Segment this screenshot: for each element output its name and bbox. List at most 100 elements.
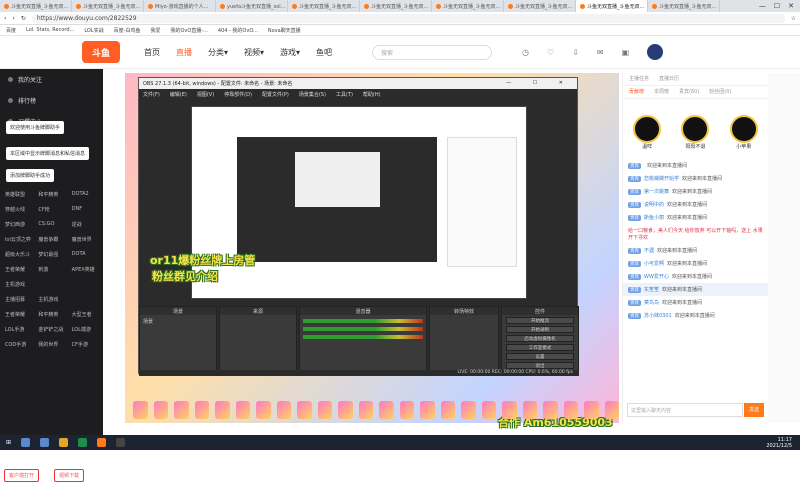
browser-tab[interactable]: 斗鱼无双直播_斗鱼无双... [576,0,648,12]
category-link[interactable]: 主播招募 [5,296,34,303]
chat-message[interactable]: 贵宾 说明中的 欢迎来到本直播间 [623,198,768,211]
tab-live-calendar[interactable]: 直播日历 [659,75,679,83]
category-link[interactable]: 主机游戏 [38,296,67,303]
rank-tab[interactable]: 本周榜 [654,88,669,96]
category-link[interactable]: 梦幻西游 [5,221,34,228]
minimize-icon[interactable]: — [759,2,766,10]
chat-username[interactable]: 东笙笙 [644,286,659,293]
gift-icon[interactable] [256,401,271,419]
bookmark-item[interactable]: 百度-白鸡鱼 [114,27,141,34]
browser-tab[interactable]: 斗鱼无双直播_斗鱼无双... [504,0,576,12]
category-link[interactable]: CS:GO [38,221,67,228]
category-link[interactable]: 和平精英 [38,191,67,198]
category-link[interactable]: 和平精英 [38,311,67,318]
gift-icon[interactable] [338,401,353,419]
gift-icon[interactable] [399,401,414,419]
category-link[interactable]: 魔兽争霸 [38,236,67,243]
gift-icon[interactable] [440,401,455,419]
chat-username[interactable]: 斯鱼小丽 [644,214,664,221]
explorer-icon[interactable] [59,438,69,447]
close-icon[interactable]: ✕ [788,2,794,10]
gift-icon[interactable] [604,401,619,419]
nav-item[interactable]: 直播 [176,47,192,58]
obs-menu-item[interactable]: 场景集合(S) [299,91,326,98]
nav-item[interactable]: 视频▾ [244,47,264,58]
task-icon[interactable]: ▣ [622,48,630,57]
chat-message[interactable]: 贵宾 欢迎来到本直播间 [623,159,768,172]
sidebar-item[interactable]: 我的关注 [0,69,103,90]
gift-icon[interactable] [420,401,435,419]
category-link[interactable]: DOTA [72,251,101,258]
rank-tab[interactable]: 贵宾(60) [679,88,699,96]
tab-anchor-tasks[interactable]: 主播任务 [629,75,649,83]
category-link[interactable]: 金铲铲之战 [38,326,67,333]
browser-tab[interactable]: 斗鱼无双直播_斗鱼无双... [432,0,504,12]
chat-message[interactable]: 贵宾 苏小妹0301 欢迎来到本直播间 [623,309,768,322]
obs-window-controls[interactable]: — ☐ ✕ [506,80,573,87]
category-link[interactable]: LOL手游 [5,326,34,333]
category-link[interactable]: 大型王者 [72,311,101,318]
gift-icon[interactable] [133,401,148,419]
bookmark-item[interactable]: 我的OvO直播-... [171,27,208,34]
category-link[interactable] [72,281,101,288]
gift-icon[interactable] [379,401,394,419]
gift-icon[interactable] [502,401,517,419]
browser-tab[interactable]: yuefa斗鱼无双直播_sol... [216,0,288,12]
video-download-button[interactable]: 视频下载 [54,469,85,482]
category-link[interactable]: 英雄联盟 [5,191,34,198]
category-link[interactable]: DOTA2 [72,191,101,198]
category-link[interactable]: DNF [72,206,101,213]
chat-input[interactable]: 这里输入聊天内容 [627,403,743,417]
follow-icon[interactable]: ♡ [547,48,554,57]
rank-entry[interactable]: 小苹果 [729,114,758,150]
category-link[interactable]: 刺激 [38,266,67,273]
obs-menu-item[interactable]: 编辑(E) [170,91,187,98]
category-link[interactable]: 王者荣耀 [5,311,34,318]
bookmark-item[interactable]: 我爱 [150,27,160,34]
obs-control-button[interactable]: 开始录制 [506,326,574,333]
refresh-icon[interactable]: ↻ [21,15,26,22]
chat-message[interactable]: 贵宾 小可爱啊 欢迎来到本直播间 [623,257,768,270]
category-link[interactable] [38,281,67,288]
bookmark-item[interactable]: 百度 [6,27,16,34]
browser-tab[interactable]: 斗鱼无双直播_斗鱼无双... [72,0,144,12]
gift-icon[interactable] [297,401,312,419]
obs-menu-item[interactable]: 停靠部件(D) [224,91,252,98]
browser-tab[interactable]: Miyo-游戏直播的个人... [144,0,216,12]
bookmark-item[interactable]: Nova聊天直播 [268,27,301,34]
category-link[interactable] [72,296,101,303]
obs-control-button[interactable]: 退出 [506,362,574,369]
search-input[interactable]: 搜索 [372,44,493,60]
gift-icon[interactable] [235,401,250,419]
category-link[interactable]: 我的世界 [38,341,67,348]
category-link[interactable]: COD手游 [5,341,34,348]
gift-icon[interactable] [215,401,230,419]
gift-icon[interactable] [276,401,291,419]
gift-icon[interactable] [194,401,209,419]
obs-control-button[interactable]: 工作室模式 [506,344,574,351]
nav-item[interactable]: 首页 [144,47,160,58]
chat-username[interactable]: 小可爱啊 [644,260,664,267]
category-link[interactable]: 王者荣耀 [5,266,34,273]
category-link[interactable]: CF手游 [72,341,101,348]
chat-username[interactable]: 不遇 [644,247,654,254]
send-button[interactable]: 发送 [744,403,764,417]
chat-message[interactable]: 贵宾 东笙笙 欢迎来到本直播间 [623,283,768,296]
gift-icon[interactable] [584,401,599,419]
obs-menu-item[interactable]: 帮助(H) [363,91,381,98]
chat-message[interactable]: 贵宾 不遇 欢迎来到本直播间 [623,244,768,257]
chat-username[interactable]: 恋桃蝴蝶开始学 [644,175,679,182]
chrome-icon[interactable] [78,438,88,447]
chat-message[interactable]: 贵宾 第一次跳舞 欢迎来到本直播间 [623,185,768,198]
scene-item[interactable]: 场景 [140,315,216,328]
chat-message[interactable]: 贵宾 恋桃蝴蝶开始学 欢迎来到本直播间 [623,172,768,185]
gift-icon[interactable] [317,401,332,419]
browser-tab[interactable]: 斗鱼无双直播_斗鱼无双... [360,0,432,12]
douyu-logo[interactable]: 斗鱼 [82,41,120,63]
category-link[interactable]: 超级大乐斗 [5,251,34,258]
obs-menu-item[interactable]: 配置文件(P) [262,91,289,98]
category-link[interactable]: 魔兽世界 [72,236,101,243]
category-link[interactable]: 逆战 [72,221,101,228]
obs-menu-item[interactable]: 工具(T) [336,91,353,98]
gift-icon[interactable] [481,401,496,419]
